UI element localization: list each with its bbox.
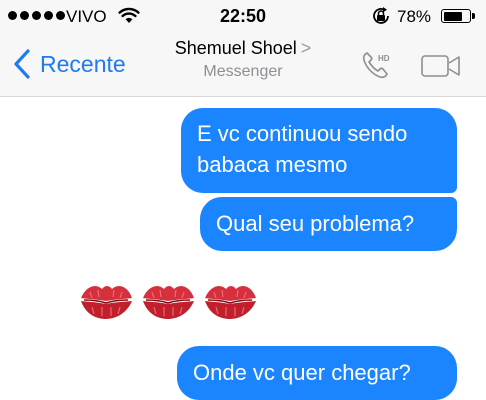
contact-subtitle: Messenger bbox=[203, 63, 283, 80]
video-camera-icon[interactable] bbox=[420, 52, 462, 80]
kiss-mark-icon bbox=[143, 286, 194, 319]
chevron-right-icon: > bbox=[300, 38, 312, 58]
contact-title[interactable]: Shemuel Shoel > Messenger bbox=[140, 38, 346, 81]
kiss-mark-icon bbox=[81, 286, 132, 319]
back-chevron-icon bbox=[14, 49, 30, 79]
back-label: Recente bbox=[40, 50, 126, 77]
conversation-header: Recente Shemuel Shoel > Messenger HD bbox=[0, 34, 486, 97]
battery-percentage: 78% bbox=[397, 7, 432, 26]
kiss-mark-icon bbox=[205, 286, 256, 319]
message-bubble-sent[interactable]: Qual seu problema? bbox=[200, 197, 457, 251]
message-emoji-received[interactable] bbox=[78, 274, 258, 324]
message-bubble-sent[interactable]: E vc continuou sendo babaca mesmo bbox=[181, 108, 457, 193]
back-button[interactable]: Recente bbox=[10, 46, 126, 82]
message-bubble-sent[interactable]: Onde vc quer chegar? bbox=[177, 346, 457, 400]
contact-name: Shemuel Shoel bbox=[174, 38, 297, 58]
orientation-lock-icon bbox=[373, 7, 389, 24]
phone-hd-icon[interactable]: HD bbox=[358, 47, 394, 83]
hd-badge: HD bbox=[378, 54, 390, 63]
status-bar: VIVO 22:50 78% bbox=[0, 0, 486, 34]
battery-tip bbox=[472, 13, 475, 19]
battery-icon bbox=[441, 9, 471, 23]
